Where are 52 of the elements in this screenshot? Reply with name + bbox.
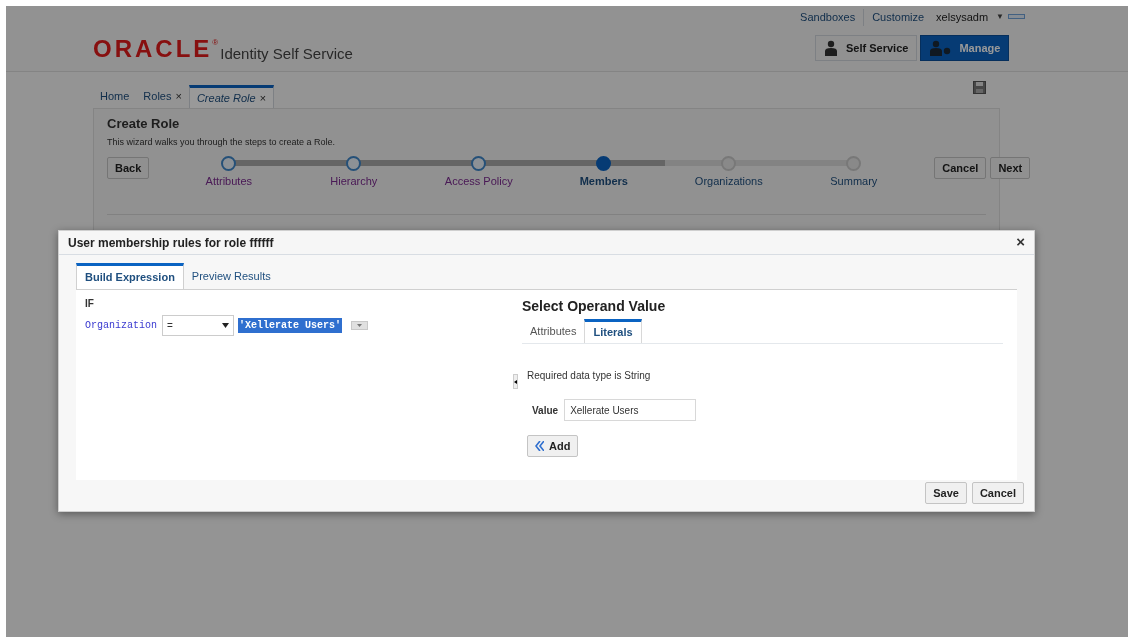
value-label: Value (532, 403, 559, 418)
step-label[interactable]: Organizations (694, 173, 763, 190)
operator-dropdown[interactable]: = (162, 315, 234, 336)
caret-icon (222, 323, 229, 328)
if-label: IF (85, 297, 95, 311)
dialog-button[interactable]: Save (925, 482, 967, 504)
value-dropdown[interactable] (351, 321, 369, 330)
next-button[interactable]: Next (990, 157, 1031, 179)
step-label[interactable]: Attributes (205, 173, 253, 190)
operand-tab[interactable]: Attributes (522, 319, 585, 343)
add-button[interactable]: Add (527, 435, 579, 457)
step-label[interactable]: Access Policy (444, 173, 513, 190)
operand-tab[interactable]: Literals (584, 319, 642, 343)
user-menu[interactable]: xelsysadm (932, 9, 989, 26)
header-button[interactable]: Manage (920, 35, 1010, 61)
step-label[interactable]: Summary (830, 173, 878, 190)
caret-icon[interactable]: ▼ (988, 11, 1004, 24)
step-label[interactable]: Hierarchy (330, 173, 378, 190)
double-chevron-left-icon (535, 441, 544, 451)
save-icon[interactable] (973, 81, 986, 94)
wizard-description: This wizard walks you through the steps to create a Role. (107, 135, 337, 149)
back-button[interactable]: Back (107, 157, 150, 179)
dialog-title: User membership rules for role ffffff (68, 234, 274, 252)
step-label[interactable]: Members (579, 173, 628, 190)
dialog-tab[interactable]: Preview Results (183, 263, 279, 289)
person-icon (824, 40, 838, 56)
product-name: Identity Self Service (220, 46, 353, 61)
close-icon[interactable]: × (175, 88, 182, 105)
operand-title: Select Operand Value (522, 297, 667, 316)
page-tab[interactable]: Home (93, 85, 137, 108)
value-field[interactable]: Xellerate Users (564, 399, 697, 421)
dialog-button[interactable]: Cancel (971, 482, 1024, 504)
dialog-tab[interactable]: Build Expression (76, 263, 184, 289)
cancel-button[interactable]: Cancel (934, 157, 987, 179)
tab-label: Create Role (196, 90, 256, 106)
close-icon[interactable]: × (1016, 231, 1025, 254)
collapse-handle[interactable] (513, 374, 518, 389)
registered-mark: ® (212, 37, 219, 47)
close-icon[interactable]: × (259, 89, 267, 107)
header-button[interactable]: Self Service (815, 35, 918, 61)
top-link[interactable]: Customize (863, 9, 933, 26)
tab-label: Roles (143, 89, 172, 105)
wizard-title: Create Role (107, 115, 181, 133)
selected-value: 'Xellerate Users' (238, 318, 343, 333)
brand-logo: ORACLE (93, 37, 213, 61)
caret-icon (357, 324, 363, 327)
tab-label: Home (100, 89, 130, 105)
page-tab[interactable]: Roles × (136, 85, 189, 108)
page-tab[interactable]: Create Role × (188, 85, 275, 108)
attribute-name: Organization (85, 319, 157, 333)
top-link[interactable]: Sandboxes (792, 9, 864, 26)
hint-text: Required data type is String (527, 369, 651, 383)
